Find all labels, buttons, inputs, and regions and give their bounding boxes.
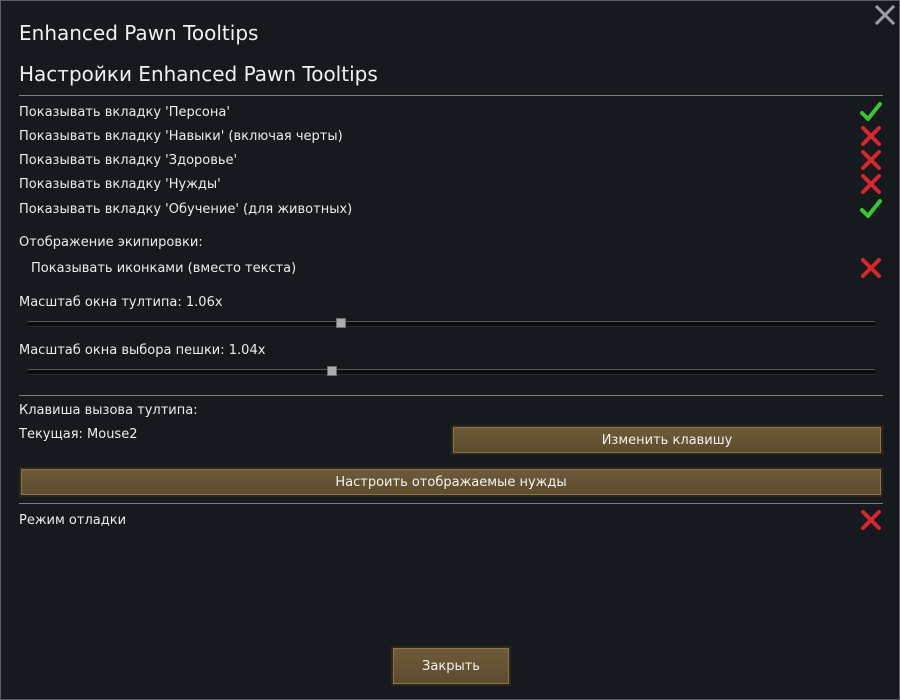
current-hotkey: Текущая: Mouse2 — [19, 427, 138, 442]
configure-needs-button[interactable]: Настроить отображаемые нужды — [19, 467, 883, 497]
setting-row-equipment-icons: Показывать иконками (вместо текста) — [31, 256, 883, 280]
tooltip-scale-slider[interactable] — [27, 316, 875, 330]
divider — [19, 95, 883, 96]
setting-row-skills: Показывать вкладку 'Навыки' (включая чер… — [19, 124, 883, 148]
setting-row-training: Показывать вкладку 'Обучение' (для живот… — [19, 197, 883, 221]
setting-row-debug: Режим отладки — [19, 508, 883, 532]
equipment-header: Отображение экипировки: — [19, 235, 203, 250]
setting-label: Показывать вкладку 'Навыки' (включая чер… — [19, 128, 343, 144]
close-icon[interactable] — [874, 4, 896, 26]
slider-track — [27, 321, 875, 327]
debug-mode-label: Режим отладки — [19, 512, 127, 528]
tooltip-scale-label: Масштаб окна тултипа: 1.06x — [19, 295, 223, 310]
setting-label: Показывать иконками (вместо текста) — [31, 260, 297, 276]
cross-icon[interactable] — [859, 124, 883, 148]
setting-label: Показывать вкладку 'Нужды' — [19, 176, 221, 192]
setting-row-health: Показывать вкладку 'Здоровье' — [19, 148, 883, 172]
divider — [19, 503, 883, 504]
setting-label: Показывать вкладку 'Обучение' (для живот… — [19, 201, 353, 217]
pawn-select-scale-slider[interactable] — [27, 364, 875, 378]
slider-track — [27, 369, 875, 375]
cross-icon[interactable] — [859, 256, 883, 280]
cross-icon[interactable] — [859, 508, 883, 532]
close-button[interactable]: Закрыть — [391, 646, 511, 686]
slider-thumb[interactable] — [336, 318, 346, 328]
cross-icon[interactable] — [859, 148, 883, 172]
setting-label: Показывать вкладку 'Персона' — [19, 104, 230, 120]
divider — [19, 395, 883, 396]
settings-heading: Настройки Enhanced Pawn Tooltips — [19, 62, 378, 86]
setting-row-persona: Показывать вкладку 'Персона' — [19, 100, 883, 124]
check-icon[interactable] — [859, 100, 883, 124]
check-icon[interactable] — [859, 197, 883, 221]
setting-label: Показывать вкладку 'Здоровье' — [19, 152, 238, 168]
change-hotkey-button[interactable]: Изменить клавишу — [451, 425, 883, 455]
pawn-select-scale-label: Масштаб окна выбора пешки: 1.04x — [19, 343, 266, 358]
window-title: Enhanced Pawn Tooltips — [19, 21, 259, 45]
slider-thumb[interactable] — [327, 366, 337, 376]
setting-row-needs: Показывать вкладку 'Нужды' — [19, 172, 883, 196]
hotkey-header: Клавиша вызова тултипа: — [19, 403, 198, 418]
cross-icon[interactable] — [859, 172, 883, 196]
settings-window: Enhanced Pawn Tooltips Настройки Enhance… — [0, 0, 900, 700]
